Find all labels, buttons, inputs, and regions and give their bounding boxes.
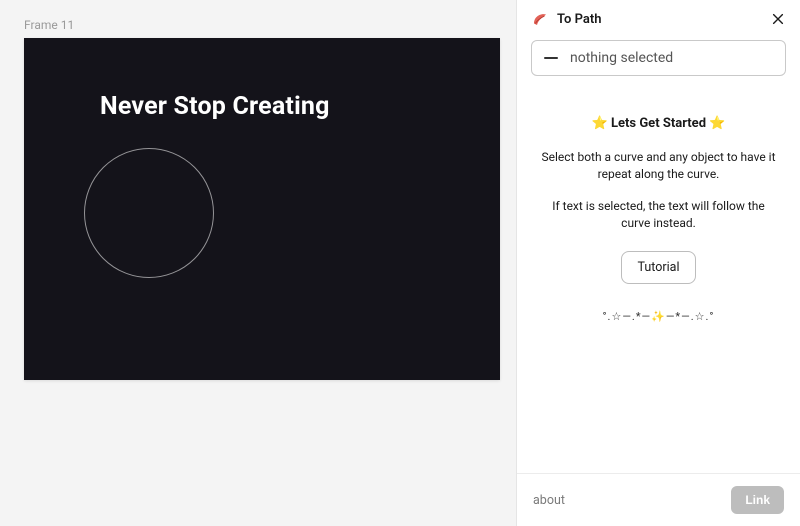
panel-header: To Path [517,0,800,40]
dash-icon [544,57,558,59]
decorative-divider: °.☆―.*―✨―*―.☆.° [537,310,780,323]
frame-heading-text[interactable]: Never Stop Creating [100,92,330,121]
frame-circle-shape[interactable] [84,148,214,278]
close-button[interactable] [770,11,786,27]
canvas-area[interactable]: Frame 11 Never Stop Creating [0,0,516,526]
frame[interactable]: Never Stop Creating [24,38,500,380]
about-link[interactable]: about [533,493,565,508]
instruction-text-1: Select both a curve and any object to ha… [537,149,780,184]
panel-title: To Path [557,12,770,27]
frame-label: Frame 11 [24,18,516,32]
link-button[interactable]: Link [731,486,784,514]
plugin-panel: To Path nothing selected ⭐ Lets Get Star… [516,0,800,526]
close-icon [771,12,785,26]
panel-footer: about Link [517,473,800,526]
get-started-heading: ⭐ Lets Get Started ⭐ [537,116,780,131]
instruction-text-2: If text is selected, the text will follo… [537,198,780,233]
tutorial-button[interactable]: Tutorial [621,251,697,284]
panel-body: ⭐ Lets Get Started ⭐ Select both a curve… [517,76,800,473]
plugin-logo-icon [531,10,549,28]
selection-placeholder-text: nothing selected [570,50,673,66]
selection-dropdown[interactable]: nothing selected [531,40,786,76]
